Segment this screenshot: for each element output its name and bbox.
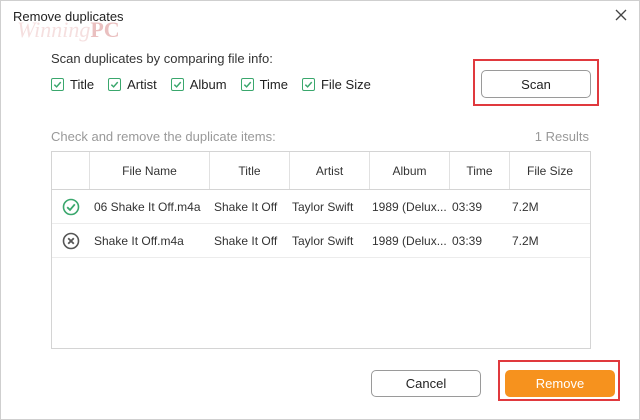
- table-row[interactable]: 06 Shake It Off.m4a Shake It Off Taylor …: [52, 190, 590, 224]
- checkbox-checked-icon[interactable]: [301, 78, 315, 91]
- checkbox-checked-icon[interactable]: [108, 78, 122, 91]
- column-header-file-name[interactable]: File Name: [90, 152, 210, 189]
- results-count: 1 Results: [534, 129, 589, 144]
- results-heading: Check and remove the duplicate items:: [51, 129, 276, 144]
- cell-time: 03:39: [452, 233, 483, 248]
- dialog-title: Remove duplicates: [13, 9, 124, 24]
- checkbox-checked-icon[interactable]: [240, 78, 254, 91]
- compare-instruction: Scan duplicates by comparing file info:: [51, 51, 273, 66]
- option-label: File Size: [320, 77, 371, 92]
- cell-file-size: 7.2M: [512, 199, 539, 214]
- cell-album: 1989 (Delux...: [372, 199, 447, 214]
- remove-button[interactable]: Remove: [505, 370, 615, 397]
- option-label: Time: [259, 77, 288, 92]
- option-time[interactable]: Time: [240, 77, 288, 92]
- column-header-title[interactable]: Title: [210, 152, 290, 189]
- checkbox-checked-icon[interactable]: [51, 78, 64, 91]
- close-icon[interactable]: [609, 3, 633, 27]
- remove-duplicates-dialog: Remove duplicates WinningPC WinningPC Sc…: [0, 0, 640, 420]
- cell-title: Shake It Off: [214, 199, 278, 214]
- option-label: Title: [70, 77, 95, 92]
- column-header-artist[interactable]: Artist: [290, 152, 370, 189]
- option-title[interactable]: Title: [51, 77, 94, 92]
- remove-x-icon[interactable]: [52, 224, 90, 257]
- cell-title: Shake It Off: [214, 233, 278, 248]
- option-album[interactable]: Album: [170, 77, 227, 92]
- option-label: Album: [189, 77, 227, 92]
- cell-album: 1989 (Delux...: [372, 233, 447, 248]
- column-header-file-size[interactable]: File Size: [510, 152, 590, 189]
- keep-check-icon[interactable]: [52, 190, 90, 223]
- option-artist[interactable]: Artist: [108, 77, 157, 92]
- column-header-album[interactable]: Album: [370, 152, 450, 189]
- cell-artist: Taylor Swift: [292, 233, 354, 248]
- cell-artist: Taylor Swift: [292, 199, 354, 214]
- column-header-time[interactable]: Time: [450, 152, 510, 189]
- table-row[interactable]: Shake It Off.m4a Shake It Off Taylor Swi…: [52, 224, 590, 258]
- cell-file-size: 7.2M: [512, 233, 539, 248]
- scan-button[interactable]: Scan: [481, 70, 591, 98]
- cell-file-name: Shake It Off.m4a: [94, 233, 184, 248]
- cell-file-name: 06 Shake It Off.m4a: [94, 199, 201, 214]
- duplicates-table: File Name Title Artist Album Time File S…: [51, 151, 591, 349]
- option-file-size[interactable]: File Size: [301, 77, 371, 92]
- compare-options: Title Artist Album Time File Size: [51, 77, 385, 92]
- column-header-status: [52, 152, 90, 189]
- table-header: File Name Title Artist Album Time File S…: [52, 152, 590, 190]
- cell-time: 03:39: [452, 199, 483, 214]
- checkbox-checked-icon[interactable]: [170, 78, 184, 91]
- option-label: Artist: [127, 77, 157, 92]
- cancel-button[interactable]: Cancel: [371, 370, 481, 397]
